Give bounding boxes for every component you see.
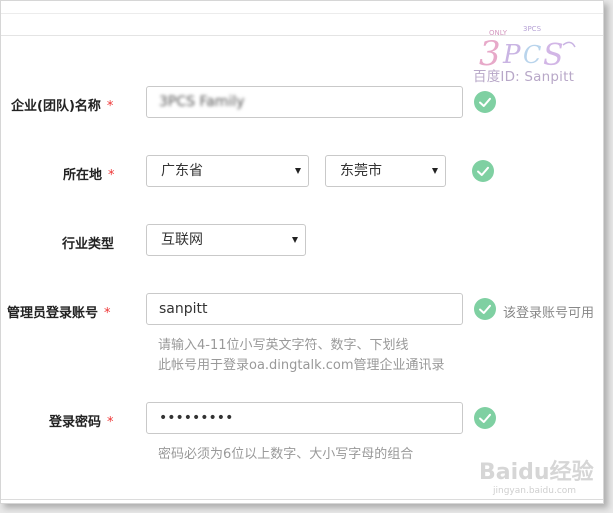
industry-label: 行业类型 <box>62 237 115 252</box>
baidu-url: jingyan.baidu.com <box>492 486 576 496</box>
baidu-jingyan-watermark: Baidu经验 jingyan.baidu.com <box>479 459 594 496</box>
svg-text:3PCS: 3PCS <box>523 25 542 33</box>
chevron-down-icon <box>292 237 298 243</box>
company-name-input[interactable]: 3PCS Family <box>146 86 463 118</box>
check-icon <box>474 407 496 429</box>
account-available-text: 该登录账号可用 <box>503 306 595 321</box>
form-panel: ONLY 3PCS 3 P C S 百度ID: Sanpitt 企业(团队)名称… <box>0 0 604 504</box>
password-input[interactable]: ••••••••• <box>146 402 463 434</box>
admin-account-label: 管理员登录账号 * <box>7 306 111 321</box>
location-label: 所在地 * <box>63 168 115 183</box>
chevron-down-icon <box>432 168 438 174</box>
password-hint: 密码必须为6位以上数字、大小写字母的组合 <box>158 447 414 462</box>
admin-account-input[interactable]: sanpitt <box>146 293 463 325</box>
company-name-label: 企业(团队)名称 * <box>11 99 114 114</box>
divider <box>1 499 603 500</box>
industry-select[interactable]: 互联网 <box>146 224 306 256</box>
divider <box>1 13 603 14</box>
baidu-brand: Baidu经验 <box>479 459 594 485</box>
account-hint-1: 请输入4-11位小写英文字符、数字、下划线 <box>158 338 409 353</box>
watermark-text: 百度ID: Sanpitt <box>473 69 575 85</box>
check-icon <box>474 91 496 113</box>
city-select[interactable]: 东莞市 <box>325 155 446 187</box>
province-select[interactable]: 广东省 <box>146 155 309 187</box>
check-icon <box>474 298 496 320</box>
chevron-down-icon <box>295 168 301 174</box>
account-hint-2: 此帐号用于登录oa.dingtalk.com管理企业通讯录 <box>158 358 445 373</box>
password-label: 登录密码 * <box>49 415 114 430</box>
check-icon <box>472 160 494 182</box>
